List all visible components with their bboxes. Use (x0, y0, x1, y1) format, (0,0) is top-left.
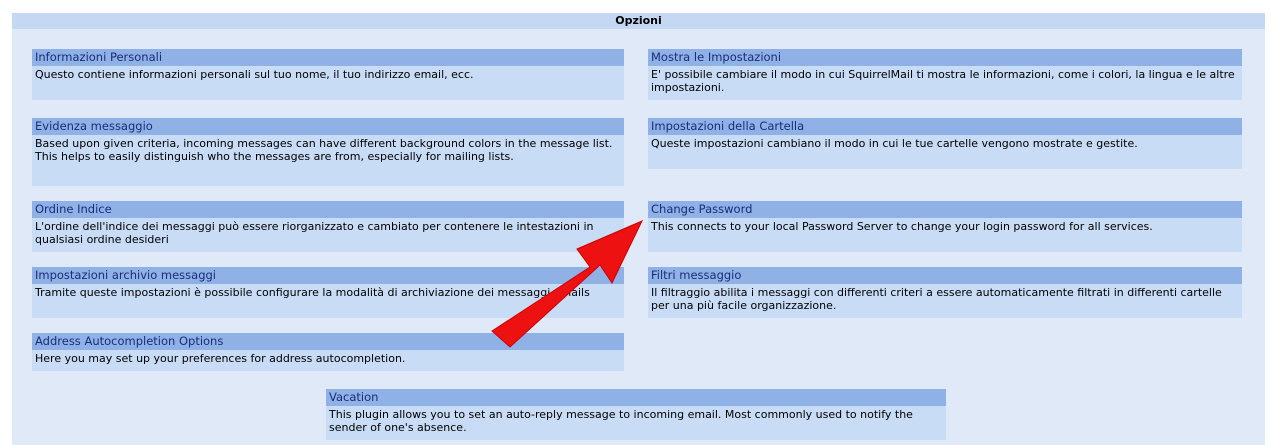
option-password-desc: This connects to your local Password Ser… (648, 218, 1242, 252)
option-filters-link[interactable]: Filtri messaggio (648, 267, 1242, 284)
option-vacation-desc: This plugin allows you to set an auto-re… (326, 406, 946, 440)
option-filters-desc: Il filtraggio abilita i messaggi con dif… (648, 284, 1242, 318)
option-folders: Impostazioni della Cartella Queste impos… (648, 118, 1242, 169)
option-highlight: Evidenza messaggio Based upon given crit… (32, 118, 624, 186)
option-folders-link[interactable]: Impostazioni della Cartella (648, 118, 1242, 135)
option-password: Change Password This connects to your lo… (648, 201, 1242, 252)
option-filters: Filtri messaggio Il filtraggio abilita i… (648, 267, 1242, 318)
option-highlight-desc: Based upon given criteria, incoming mess… (32, 135, 624, 186)
option-display-desc: E' possibile cambiare il modo in cui Squ… (648, 66, 1242, 100)
option-folders-desc: Queste impostazioni cambiano il modo in … (648, 135, 1242, 169)
option-password-link[interactable]: Change Password (648, 201, 1242, 218)
option-display: Mostra le Impostazioni E' possibile camb… (648, 49, 1242, 100)
options-panel: Informazioni Personali Questo contiene i… (12, 29, 1265, 445)
option-vacation: Vacation This plugin allows you to set a… (326, 389, 946, 440)
option-order-link[interactable]: Ordine Indice (32, 201, 624, 218)
options-frame: Opzioni Informazioni Personali Questo co… (12, 13, 1265, 445)
option-personal-desc: Questo contiene informazioni personali s… (32, 66, 624, 100)
red-arrow-annotation-icon (491, 220, 644, 348)
option-personal: Informazioni Personali Questo contiene i… (32, 49, 624, 100)
option-display-link[interactable]: Mostra le Impostazioni (648, 49, 1242, 66)
option-highlight-link[interactable]: Evidenza messaggio (32, 118, 624, 135)
page-title: Opzioni (12, 13, 1265, 29)
option-vacation-link[interactable]: Vacation (326, 389, 946, 406)
option-personal-link[interactable]: Informazioni Personali (32, 49, 624, 66)
